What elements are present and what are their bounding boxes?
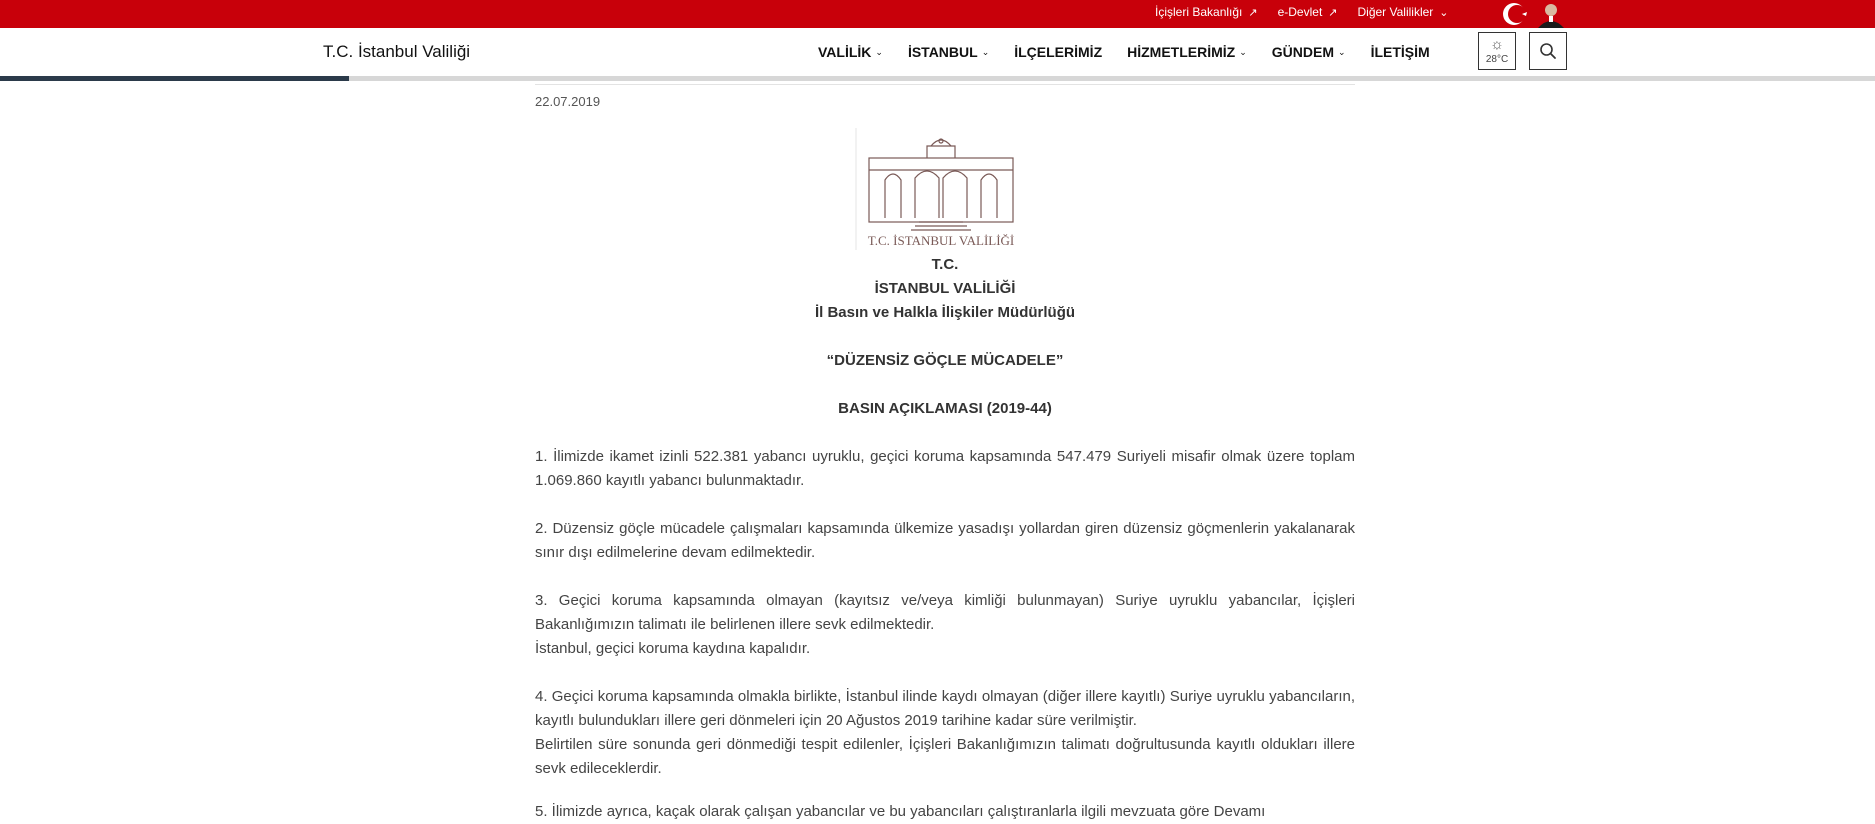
article-paragraph-5-partial: 5. İlimizde ayrıca, kaçak olarak çalışan… xyxy=(535,803,1266,820)
header-line xyxy=(535,325,1355,349)
article-date: 22.07.2019 xyxy=(535,94,601,109)
chevron-down-icon: ⌄ xyxy=(875,46,883,57)
menu-item-valilik[interactable]: VALİLİK ⌄ xyxy=(818,44,883,60)
content-divider xyxy=(535,84,1355,85)
menu-item-hizmetlerimiz[interactable]: HİZMETLERİMİZ ⌄ xyxy=(1127,44,1247,60)
article-paragraph-2: 2. Düzensiz göçle mücadele çalışmaları k… xyxy=(535,520,1355,561)
chevron-down-icon: ⌄ xyxy=(1439,6,1449,19)
header-line: T.C. xyxy=(931,256,959,273)
svg-text:T.C. İSTANBUL VALİLİĞİ: T.C. İSTANBUL VALİLİĞİ xyxy=(868,233,1015,248)
header-line: İSTANBUL VALİLİĞİ xyxy=(874,280,1016,297)
menu-item-gundem[interactable]: GÜNDEM ⌄ xyxy=(1272,44,1346,60)
main-menu: VALİLİK ⌄ İSTANBUL ⌄ İLÇELERİMİZ HİZMETL… xyxy=(818,28,1455,76)
chevron-down-icon: ⌄ xyxy=(981,46,990,57)
header-line: İl Basın ve Halkla İlişkiler Müdürlüğü xyxy=(814,304,1076,321)
top-bar: İçişleri Bakanlığı ↗ e-Devlet ↗ Diğer Va… xyxy=(0,0,1875,28)
article-paragraph-3: 3. Geçici koruma kapsamında olmayan (kay… xyxy=(535,592,1355,657)
chevron-down-icon: ⌄ xyxy=(1338,46,1346,57)
article-paragraph-4: 4. Geçici koruma kapsamında olmakla birl… xyxy=(535,688,1355,777)
sun-icon: ☼ xyxy=(1490,36,1504,53)
main-navbar: T.C. İstanbul Valiliği VALİLİK ⌄ İSTANBU… xyxy=(0,28,1875,76)
chevron-down-icon: ⌄ xyxy=(1239,46,1247,57)
arrow-up-right-icon: ↗ xyxy=(1328,6,1338,19)
press-release-number: BASIN AÇIKLAMASI (2019-44) xyxy=(838,400,1052,417)
menu-item-iletisim[interactable]: İLETİŞİM xyxy=(1371,44,1430,60)
reading-progress-fill xyxy=(0,76,349,81)
header-line xyxy=(535,373,1355,397)
article-paragraph-1: 1. İlimizde ikamet izinli 522.381 yabanc… xyxy=(535,448,1355,489)
article-header: T.C. İSTANBUL VALİLİĞİ İl Basın ve Halkl… xyxy=(535,253,1355,421)
menu-item-istanbul[interactable]: İSTANBUL ⌄ xyxy=(908,44,989,60)
weather-widget[interactable]: ☼ 28°C xyxy=(1478,32,1516,70)
menu-item-ilcelerimiz[interactable]: İLÇELERİMİZ xyxy=(1014,44,1102,60)
reading-progress-bar xyxy=(0,76,1875,81)
istanbul-valiligi-logo: T.C. İSTANBUL VALİLİĞİ xyxy=(855,128,1015,250)
flag-portrait-icon xyxy=(1503,2,1564,28)
link-edevlet[interactable]: e-Devlet ↗ xyxy=(1278,5,1338,19)
search-button[interactable] xyxy=(1529,32,1567,70)
weather-temp: 28°C xyxy=(1485,54,1509,65)
link-icisleri[interactable]: İçişleri Bakanlığı ↗ xyxy=(1155,5,1258,19)
arrow-up-right-icon: ↗ xyxy=(1248,6,1258,19)
article-title: “DÜZENSİZ GÖÇLE MÜCADELE” xyxy=(826,352,1064,369)
link-diger-valilikler[interactable]: Diğer Valilikler ⌄ xyxy=(1358,5,1449,19)
search-icon xyxy=(1540,43,1556,59)
site-brand[interactable]: T.C. İstanbul Valiliği xyxy=(323,42,470,62)
top-links: İçişleri Bakanlığı ↗ e-Devlet ↗ Diğer Va… xyxy=(1155,0,1469,24)
